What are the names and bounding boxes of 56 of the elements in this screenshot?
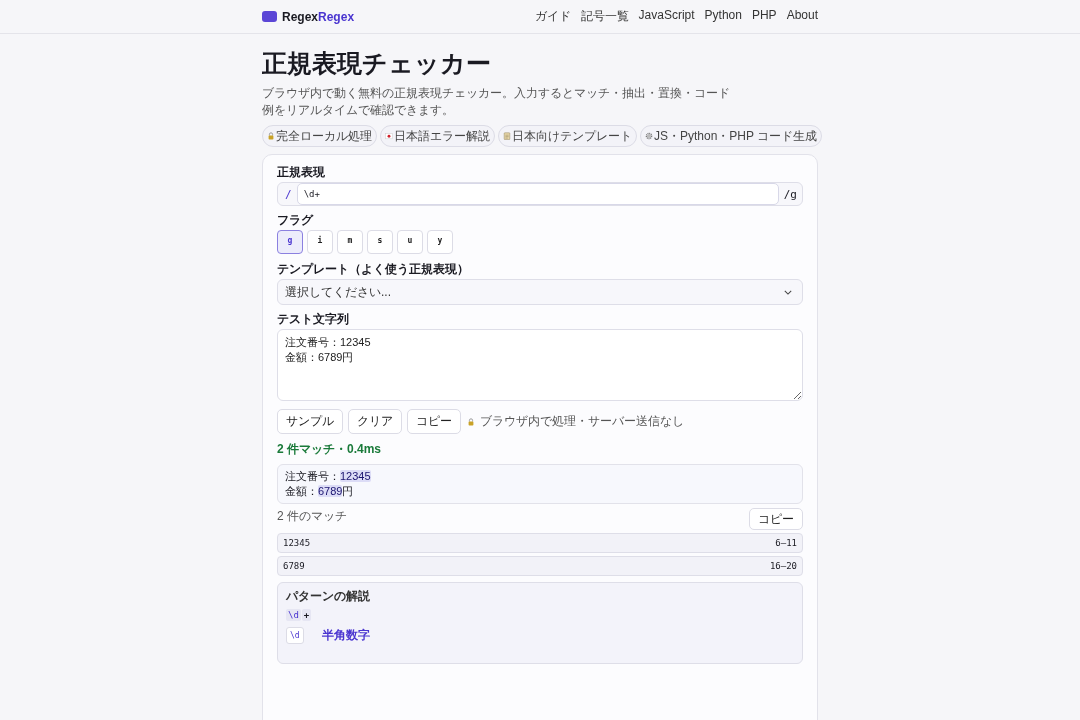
preview-text: 注文番号： [285, 470, 340, 482]
preview-text: 円 [342, 485, 354, 497]
flag-toggle[interactable]: y [427, 230, 453, 254]
nav-link[interactable]: ガイド [534, 8, 571, 25]
field-label: 正規表現 [277, 165, 326, 179]
pattern-token: \d [286, 609, 301, 621]
lock-icon [267, 132, 275, 140]
nav-link[interactable]: 記号一覧 [580, 8, 629, 25]
field-label: フラグ [277, 213, 315, 227]
logo-text[interactable]: RegexRegex [282, 9, 355, 24]
regex-flags-suffix: /g [782, 187, 798, 201]
notepad-icon [503, 132, 511, 140]
token-description: 半角数字 [321, 627, 370, 644]
feature-chip: JS・Python・PHP コード生成 [640, 125, 823, 147]
nav-link[interactable]: Python [704, 8, 742, 25]
match-highlight: 6789 [318, 485, 343, 497]
field-label: テスト文字列 [277, 312, 350, 326]
preview-text: 金額： [285, 485, 318, 497]
match-range: 6–11 [775, 538, 797, 548]
flag-icon [385, 132, 393, 140]
nav-link[interactable]: About [786, 8, 818, 25]
flag-toggle[interactable]: u [397, 230, 423, 254]
flag-toggle[interactable]: s [367, 230, 393, 254]
chevron-down-icon [784, 289, 792, 295]
match-count: 2 件のマッチ [277, 508, 347, 525]
feature-chip: 完全ローカル処理 [262, 125, 377, 147]
field-label: テンプレート（よく使う正規表現） [277, 262, 470, 276]
token-badge: \d [286, 627, 304, 644]
intro-text: ブラウザ内で動く無料の正規表現チェッカー。入力するとマッチ・抽出・置換・コード例をリアルタイムで確認できます。 [262, 85, 731, 119]
regex-field[interactable]: / \d+ /g [277, 182, 803, 206]
test-string-input[interactable]: 注文番号：12345 金額：6789円 [277, 329, 803, 401]
action-button[interactable]: サンプル [277, 409, 343, 434]
match-value: 12345 [283, 538, 311, 548]
page-title: 正規表現チェッカー [262, 48, 492, 78]
action-button[interactable]: クリア [348, 409, 402, 434]
privacy-note: ブラウザ内で処理・サーバー送信なし [480, 413, 684, 430]
nav-link[interactable]: PHP [751, 8, 777, 25]
gear-icon [645, 132, 653, 140]
action-button[interactable]: コピー [407, 409, 461, 434]
match-value: 6789 [283, 561, 305, 571]
nav-link[interactable]: JavaScript [638, 8, 695, 25]
flag-toggle[interactable]: i [307, 230, 333, 254]
match-status: 2 件マッチ・0.4ms [277, 441, 383, 458]
match-range: 16–20 [769, 561, 797, 571]
match-highlight: 12345 [340, 470, 371, 482]
panel-title: パターンの解説 [286, 588, 371, 605]
pattern-token: + [301, 609, 312, 621]
logo-icon [262, 11, 277, 22]
copy-button[interactable]: コピー [749, 508, 803, 530]
regex-delimiter: / [284, 187, 293, 201]
feature-chip: 日本向けテンプレート [498, 125, 637, 147]
feature-chip: 日本語エラー解説 [380, 125, 495, 147]
flag-toggle[interactable]: m [337, 230, 363, 254]
lock-icon [467, 417, 475, 426]
flag-toggle[interactable]: g [277, 230, 303, 254]
template-select[interactable]: 選択してください... [277, 279, 803, 305]
